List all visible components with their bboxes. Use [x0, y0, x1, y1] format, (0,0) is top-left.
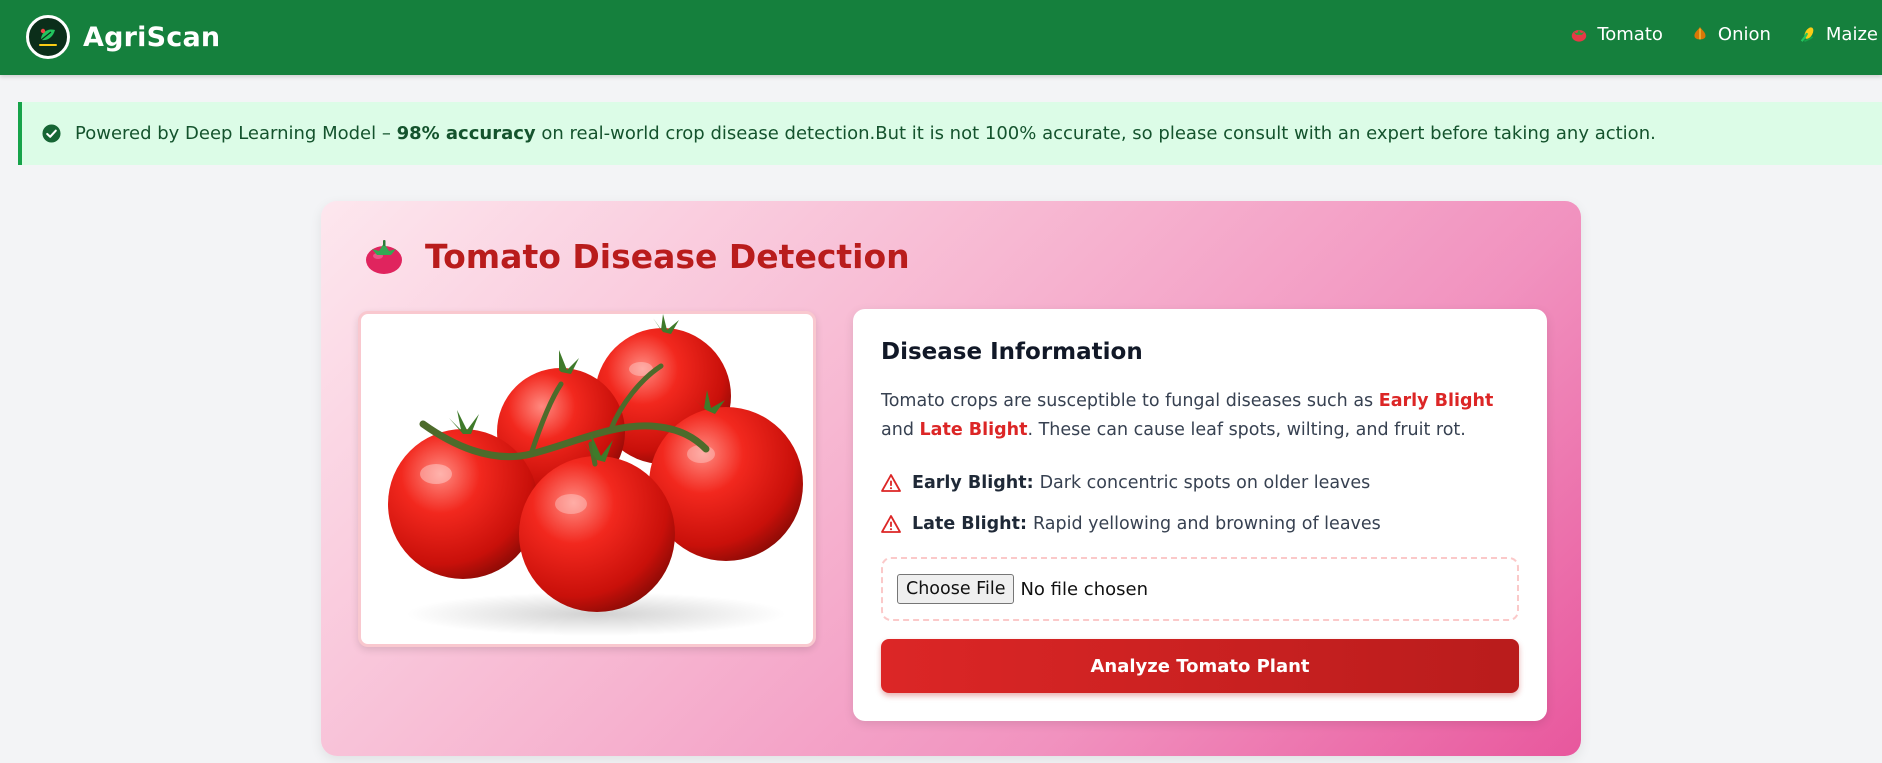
nav-link-maize-label: Maize	[1825, 23, 1878, 45]
warning-icon	[881, 515, 901, 533]
brand-name: AgriScan	[83, 21, 221, 53]
tomato-icon	[1572, 29, 1587, 42]
tomato-vine-image	[358, 311, 816, 647]
tomato-detection-card: Tomato Disease Detection Disease Informa…	[321, 201, 1581, 756]
notice-accuracy: 98% accuracy	[396, 123, 536, 144]
disease-description: Rapid yellowing and browning of leaves	[1032, 514, 1381, 534]
maize-icon	[1800, 27, 1814, 43]
check-circle-icon	[42, 124, 61, 143]
early-blight-highlight: Early Blight	[1378, 391, 1494, 411]
disease-info-panel: Disease Information Tomato crops are sus…	[853, 309, 1547, 721]
onion-icon	[1694, 26, 1706, 40]
nav-link-tomato-label: Tomato	[1597, 23, 1663, 45]
disease-name: Early Blight:	[912, 473, 1034, 493]
agriscan-logo-icon	[26, 15, 70, 59]
accuracy-notice: Powered by Deep Learning Model – 98% acc…	[18, 102, 1882, 165]
nav-links: Tomato Onion Maize	[1570, 0, 1882, 68]
disease-info-description: Tomato crops are susceptible to fungal d…	[881, 391, 1494, 440]
card-title: Tomato Disease Detection	[363, 235, 910, 277]
notice-text: Powered by Deep Learning Model – 98% acc…	[75, 123, 1656, 144]
disease-description: Dark concentric spots on older leaves	[1039, 473, 1371, 493]
disease-name: Late Blight:	[912, 514, 1027, 534]
disease-item-late-blight: Late Blight: Rapid yellowing and brownin…	[881, 514, 1381, 534]
file-upload-area[interactable]: Choose File No file chosen	[881, 557, 1519, 621]
disease-info-heading: Disease Information	[881, 339, 1143, 365]
file-status: No file chosen	[1020, 578, 1148, 600]
page-title: Tomato Disease Detection	[425, 236, 910, 276]
nav-link-onion-label: Onion	[1717, 23, 1771, 45]
disease-item-early-blight: Early Blight: Dark concentric spots on o…	[881, 473, 1370, 493]
late-blight-highlight: Late Blight	[919, 420, 1028, 440]
nav-link-onion[interactable]: Onion	[1691, 24, 1771, 45]
nav-link-maize[interactable]: Maize	[1799, 24, 1878, 45]
tomato-icon	[366, 240, 402, 274]
nav-link-tomato[interactable]: Tomato	[1570, 24, 1663, 45]
top-navbar: AgriScan Tomato Onion Maize	[0, 0, 1882, 75]
warning-icon	[881, 474, 901, 492]
choose-file-button[interactable]: Choose File	[897, 574, 1015, 604]
brand-link[interactable]: AgriScan	[26, 12, 220, 62]
analyze-button[interactable]: Analyze Tomato Plant	[881, 639, 1519, 693]
